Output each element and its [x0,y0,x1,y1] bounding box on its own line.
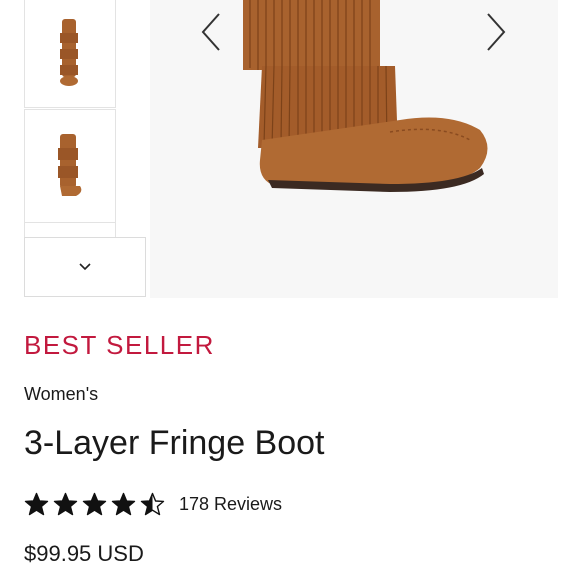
star-full-icon [111,492,136,515]
thumbnail-1[interactable] [24,0,116,108]
gallery-edge [558,0,580,298]
star-full-icon [24,492,49,515]
star-rating [24,492,165,517]
star-full-icon [82,492,107,515]
star-full-icon [53,492,78,515]
product-rating[interactable]: 178 Reviews [24,490,282,518]
chevron-left-icon [201,13,220,51]
product-price: $99.95 USD [24,541,144,566]
thumbnail-strip [0,0,150,300]
best-seller-badge: BEST SELLER [24,330,215,360]
reviews-link[interactable]: 178 Reviews [179,494,282,515]
boot-thumbnail-image [60,19,78,86]
next-image-button[interactable] [480,10,510,54]
product-page: BEST SELLER Women's 3-Layer Fringe Boot … [0,0,580,580]
star-half-icon [140,492,165,515]
thumbnails-more-button[interactable] [24,237,146,297]
previous-image-button[interactable] [197,10,227,54]
thumbnail-2[interactable] [24,109,116,223]
product-title: 3-Layer Fringe Boot [24,424,325,462]
boot-thumbnail-image [58,134,82,196]
chevron-down-icon [79,263,91,271]
chevron-right-icon [487,13,506,51]
product-category: Women's [24,384,99,404]
product-hero-image [150,0,558,298]
